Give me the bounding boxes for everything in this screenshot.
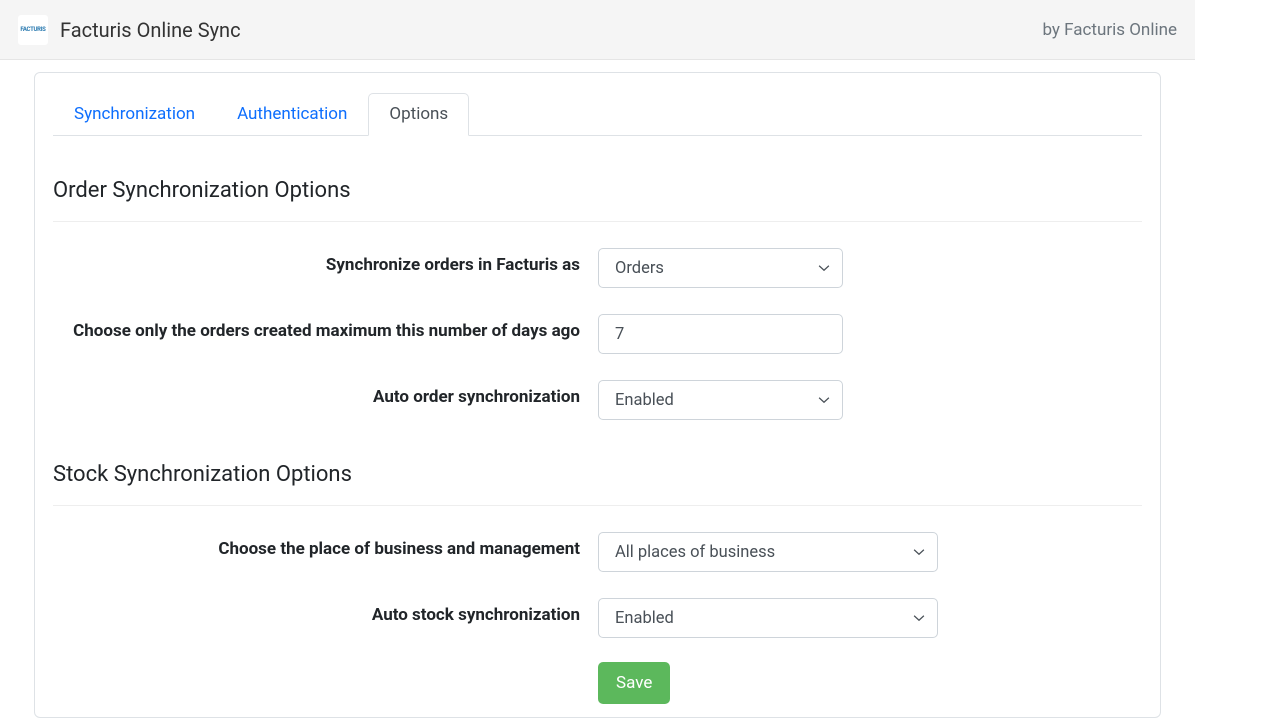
tab-synchronization[interactable]: Synchronization bbox=[53, 93, 216, 135]
select-sync-as-value: Orders bbox=[615, 259, 664, 278]
select-auto-order[interactable]: Enabled bbox=[598, 380, 843, 420]
row-days-ago: Choose only the orders created maximum t… bbox=[53, 314, 1142, 354]
tab-options[interactable]: Options bbox=[368, 93, 469, 136]
select-place-value: All places of business bbox=[615, 543, 775, 562]
select-sync-as[interactable]: Orders bbox=[598, 248, 843, 288]
select-place[interactable]: All places of business bbox=[598, 532, 938, 572]
page-content: Synchronization Authentication Options O… bbox=[0, 60, 1195, 718]
row-auto-stock: Auto stock synchronization Enabled bbox=[53, 598, 1142, 638]
chevron-down-icon bbox=[818, 262, 830, 274]
input-days-ago[interactable] bbox=[598, 314, 843, 354]
chevron-down-icon bbox=[913, 546, 925, 558]
app-title: Facturis Online Sync bbox=[60, 18, 241, 42]
save-button[interactable]: Save bbox=[598, 662, 670, 704]
select-auto-stock[interactable]: Enabled bbox=[598, 598, 938, 638]
select-auto-order-value: Enabled bbox=[615, 391, 674, 410]
row-sync-as: Synchronize orders in Facturis as Orders bbox=[53, 248, 1142, 288]
label-place: Choose the place of business and managem… bbox=[53, 532, 598, 559]
stock-sync-section-title: Stock Synchronization Options bbox=[53, 462, 1142, 506]
row-save: . Save bbox=[53, 662, 1142, 704]
label-auto-stock: Auto stock synchronization bbox=[53, 598, 598, 625]
select-auto-stock-value: Enabled bbox=[615, 609, 674, 628]
row-place: Choose the place of business and managem… bbox=[53, 532, 1142, 572]
chevron-down-icon bbox=[818, 394, 830, 406]
topbar-left: FACTURIS Facturis Online Sync bbox=[18, 15, 241, 45]
app-logo: FACTURIS bbox=[18, 15, 48, 45]
label-days-ago: Choose only the orders created maximum t… bbox=[53, 314, 598, 341]
label-auto-order: Auto order synchronization bbox=[53, 380, 598, 407]
byline: by Facturis Online bbox=[1042, 20, 1177, 40]
label-sync-as: Synchronize orders in Facturis as bbox=[53, 248, 598, 275]
topbar: FACTURIS Facturis Online Sync by Facturi… bbox=[0, 0, 1195, 60]
order-sync-section-title: Order Synchronization Options bbox=[53, 178, 1142, 222]
tabs: Synchronization Authentication Options bbox=[53, 73, 1142, 136]
row-auto-order: Auto order synchronization Enabled bbox=[53, 380, 1142, 420]
tab-authentication[interactable]: Authentication bbox=[216, 93, 368, 135]
chevron-down-icon bbox=[913, 612, 925, 624]
settings-card: Synchronization Authentication Options O… bbox=[34, 72, 1161, 718]
